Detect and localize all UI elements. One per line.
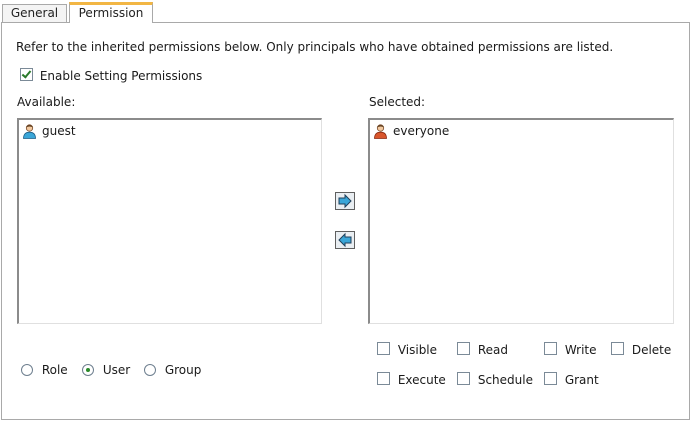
permission-write[interactable]: Write <box>544 342 597 357</box>
tab-general[interactable]: General <box>2 4 67 22</box>
permission-schedule[interactable]: Schedule <box>457 372 533 387</box>
permission-grant[interactable]: Grant <box>544 372 599 387</box>
permission-visible-label: Visible <box>397 343 438 357</box>
remove-button[interactable] <box>335 231 355 249</box>
radio-user-label: User <box>102 363 131 377</box>
permission-write-label: Write <box>564 343 597 357</box>
permission-schedule-label: Schedule <box>477 373 533 387</box>
user-icon <box>374 124 387 139</box>
arrow-right-icon <box>338 193 352 209</box>
permission-execute[interactable]: Execute <box>377 372 446 387</box>
radio-user[interactable]: User <box>82 363 130 377</box>
permission-delete[interactable]: Delete <box>611 342 671 357</box>
enable-setting-label: Enable Setting Permissions <box>39 69 203 83</box>
permission-execute-checkbox[interactable] <box>377 372 390 385</box>
radio-user-input[interactable] <box>82 364 94 376</box>
list-item-label: guest <box>42 124 76 138</box>
info-text: Refer to the inherited permissions below… <box>16 40 614 54</box>
user-icon <box>23 124 36 139</box>
radio-role-input[interactable] <box>21 364 33 376</box>
permission-visible-checkbox[interactable] <box>377 342 390 355</box>
enable-setting-permissions[interactable]: Enable Setting Permissions <box>20 68 202 83</box>
enable-setting-checkbox[interactable] <box>20 68 33 81</box>
radio-group[interactable]: Group <box>144 363 201 377</box>
radio-role-label: Role <box>41 363 68 377</box>
permission-read[interactable]: Read <box>457 342 508 357</box>
available-list[interactable]: guest <box>17 118 322 324</box>
selected-label: Selected: <box>369 95 426 109</box>
permission-delete-label: Delete <box>631 343 672 357</box>
radio-role[interactable]: Role <box>21 363 68 377</box>
permission-schedule-checkbox[interactable] <box>457 372 470 385</box>
add-button[interactable] <box>335 192 355 210</box>
selected-list[interactable]: everyone <box>368 118 674 324</box>
arrow-left-icon <box>338 232 352 248</box>
permission-grant-checkbox[interactable] <box>544 372 557 385</box>
permission-dialog: General Permission Refer to the inherite… <box>0 0 691 422</box>
permission-write-checkbox[interactable] <box>544 342 557 355</box>
available-label: Available: <box>17 95 76 109</box>
tab-permission[interactable]: Permission <box>69 2 153 23</box>
permission-read-label: Read <box>477 343 508 357</box>
permission-visible[interactable]: Visible <box>377 342 437 357</box>
permission-grant-label: Grant <box>564 373 599 387</box>
permission-delete-checkbox[interactable] <box>611 342 624 355</box>
radio-group-label: Group <box>164 363 202 377</box>
radio-group-input[interactable] <box>144 364 156 376</box>
permission-execute-label: Execute <box>397 373 446 387</box>
list-item-label: everyone <box>393 124 450 138</box>
tab-bar: General Permission <box>0 0 691 23</box>
permission-read-checkbox[interactable] <box>457 342 470 355</box>
